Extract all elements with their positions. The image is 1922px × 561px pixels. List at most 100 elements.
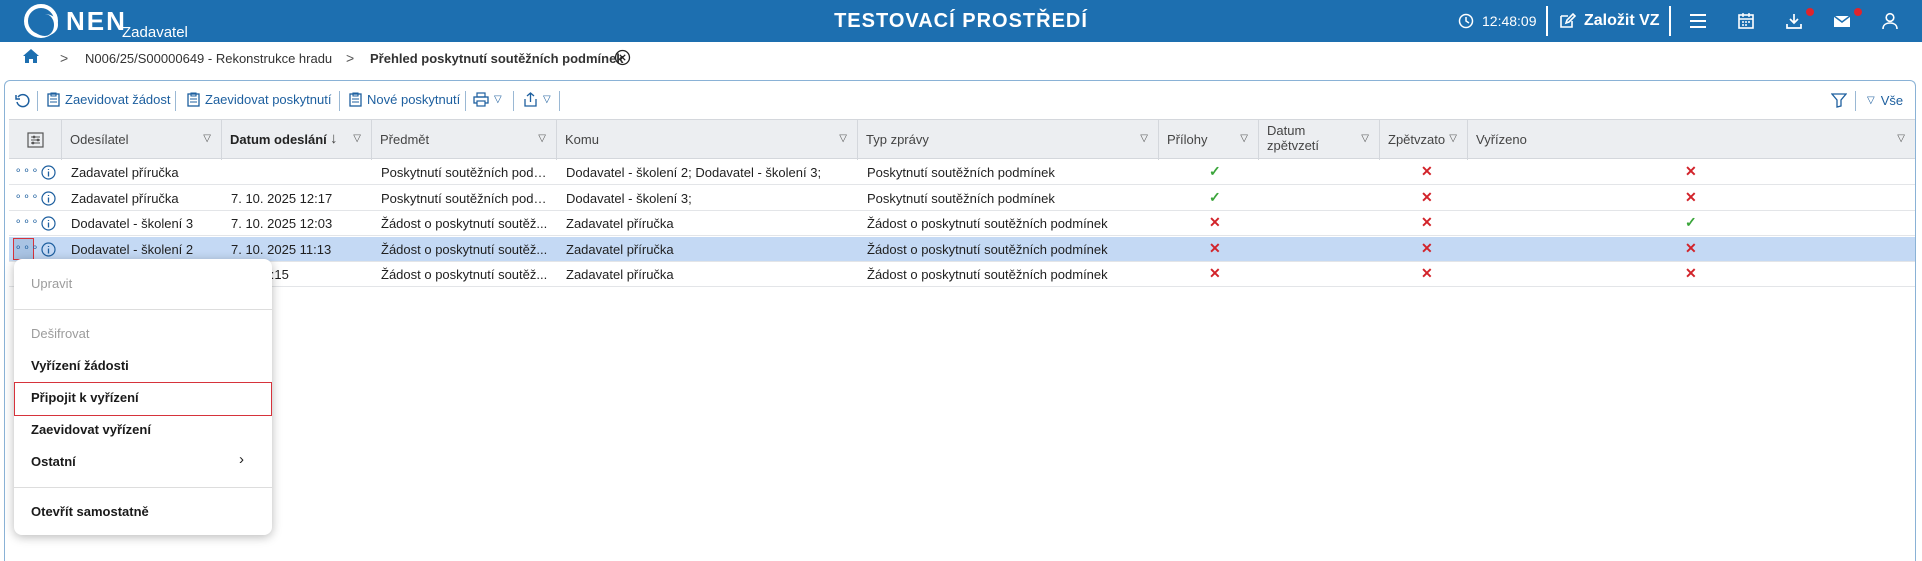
download-notification-badge bbox=[1806, 8, 1814, 16]
menu-item-register-resolution[interactable]: Zaevidovat vyřízení bbox=[31, 422, 151, 437]
column-header-subject[interactable]: Předmět ▽ bbox=[372, 120, 557, 160]
user-icon[interactable] bbox=[1880, 11, 1900, 31]
column-settings-header[interactable] bbox=[9, 120, 62, 160]
column-header-withdrawn[interactable]: Zpětvzato ▽ bbox=[1380, 120, 1468, 160]
column-header-attachments[interactable]: Přílohy ▽ bbox=[1159, 120, 1259, 160]
toolbar-divider bbox=[559, 91, 560, 111]
row-actions-icon[interactable]: ⚬⚬⚬ bbox=[13, 237, 39, 260]
cell-attachments-check-icon: ✓ bbox=[1209, 188, 1221, 205]
export-dropdown-button[interactable]: ▽ bbox=[523, 92, 551, 107]
column-title: Datum zpětvzetí bbox=[1267, 123, 1319, 153]
clock-icon bbox=[1458, 13, 1474, 29]
cell-subject: Žádost o poskytnutí soutěž... bbox=[381, 267, 548, 282]
toolbar-divider bbox=[37, 91, 38, 111]
filter-caret-icon[interactable]: ▽ bbox=[538, 133, 546, 144]
cell-attachments-check-icon: ✓ bbox=[1209, 163, 1221, 179]
cell-type: Žádost o poskytnutí soutěžních podmínek bbox=[867, 267, 1108, 282]
column-title-line2: zpětvzetí bbox=[1267, 138, 1320, 153]
new-provision-button[interactable]: Nové poskytnutí bbox=[349, 92, 460, 107]
share-icon bbox=[524, 92, 537, 107]
info-icon[interactable] bbox=[41, 216, 56, 231]
topbar-divider bbox=[1546, 6, 1548, 36]
nen-logo-icon[interactable] bbox=[24, 4, 58, 38]
cell-date: 7. 10. 2025 11:13 bbox=[231, 241, 332, 257]
filter-icon[interactable] bbox=[1831, 93, 1847, 108]
session-clock: 12:48:09 bbox=[1458, 0, 1537, 42]
topbar-divider bbox=[1669, 6, 1671, 36]
cell-date: 7. 10. 2025 12:17 bbox=[231, 190, 333, 206]
cell-resolved-check-icon: ✓ bbox=[1685, 214, 1697, 230]
menu-item-other[interactable]: Ostatní bbox=[31, 454, 76, 469]
filter-caret-icon[interactable]: ▽ bbox=[1897, 133, 1905, 144]
caret-down-icon: ▽ bbox=[543, 94, 551, 105]
cell-sender: Zadavatel příručka bbox=[71, 190, 179, 206]
toolbar-divider bbox=[513, 91, 514, 111]
row-actions-icon[interactable]: ⚬⚬⚬ bbox=[14, 215, 39, 231]
info-icon[interactable] bbox=[41, 241, 56, 257]
cell-subject: Poskytnutí soutěžních podm... bbox=[381, 190, 551, 206]
column-header-withdrawal-date[interactable]: Datum zpětvzetí ▽ bbox=[1259, 120, 1380, 160]
cell-type: Poskytnutí soutěžních podmínek bbox=[867, 190, 1055, 206]
cell-to: Zadavatel příručka bbox=[566, 267, 674, 282]
column-header-type[interactable]: Typ zprávy ▽ bbox=[858, 120, 1159, 160]
filter-caret-icon[interactable]: ▽ bbox=[839, 133, 847, 144]
logo-subtitle: Zadavatel bbox=[122, 24, 188, 41]
menu-divider bbox=[14, 487, 272, 488]
table-row[interactable]: ⚬⚬⚬ Dodavatel - školení 2 7. 10. 2025 11:1… bbox=[9, 236, 1915, 262]
column-header-date[interactable]: Datum odeslání ↓ ▽ bbox=[222, 120, 372, 160]
breadcrumb-item-zakazka[interactable]: N006/25/S00000649 - Rekonstrukce hradu bbox=[85, 51, 332, 66]
menu-item-edit[interactable]: Upravit bbox=[31, 276, 72, 291]
download-icon[interactable] bbox=[1784, 11, 1804, 31]
chevron-right-icon: > bbox=[346, 50, 355, 66]
cell-type: Poskytnutí soutěžních podmínek bbox=[867, 165, 1055, 180]
table-row[interactable]: ⚬⚬⚬ Dodavatel - školení 3 7. 10. 2025 12:0… bbox=[9, 211, 1915, 236]
row-actions-icon[interactable]: ⚬⚬⚬ bbox=[14, 164, 39, 180]
filter-all-dropdown[interactable]: ▽ Vše bbox=[1867, 93, 1903, 108]
column-title-line1: Datum bbox=[1267, 123, 1306, 138]
print-dropdown-button[interactable]: ▽ bbox=[473, 92, 502, 107]
column-header-to[interactable]: Komu ▽ bbox=[557, 120, 858, 160]
filter-caret-icon[interactable]: ▽ bbox=[353, 133, 361, 144]
register-provision-button[interactable]: Zaevidovat poskytnutí bbox=[187, 92, 331, 107]
filter-caret-icon[interactable]: ▽ bbox=[1240, 133, 1248, 144]
refresh-icon[interactable] bbox=[15, 93, 30, 108]
cell-attachments-cross-icon: ✕ bbox=[1209, 239, 1221, 256]
info-icon[interactable] bbox=[41, 190, 56, 206]
clipboard-icon bbox=[47, 92, 60, 107]
menu-item-request-resolution[interactable]: Vyřízení žádosti bbox=[31, 358, 129, 373]
cell-to: Dodavatel - školení 2; Dodavatel - škole… bbox=[566, 165, 822, 180]
hamburger-menu-icon[interactable] bbox=[1688, 11, 1708, 31]
calendar-icon[interactable] bbox=[1736, 11, 1756, 31]
cell-subject: Žádost o poskytnutí soutěž... bbox=[381, 216, 548, 231]
grid-header: Odesílatel ▽ Datum odeslání ↓ ▽ Předmět ▽ Ko… bbox=[9, 119, 1915, 160]
filter-caret-icon[interactable]: ▽ bbox=[203, 133, 211, 144]
mail-notification-badge bbox=[1854, 8, 1862, 16]
cell-subject: Poskytnutí soutěžních podm... bbox=[381, 165, 551, 180]
cell-to: Dodavatel - školení 3; bbox=[566, 190, 692, 206]
menu-item-decrypt[interactable]: Dešifrovat bbox=[31, 326, 90, 341]
cell-withdrawn-cross-icon: ✕ bbox=[1421, 239, 1433, 256]
caret-down-icon: ▽ bbox=[494, 94, 502, 105]
info-icon[interactable] bbox=[41, 165, 56, 180]
close-circle-icon[interactable] bbox=[614, 49, 631, 66]
create-vz-button[interactable]: Založit VZ bbox=[1558, 0, 1660, 42]
filter-caret-icon[interactable]: ▽ bbox=[1361, 133, 1369, 144]
clipboard-icon bbox=[187, 92, 200, 107]
column-header-sender[interactable]: Odesílatel ▽ bbox=[62, 120, 222, 160]
filter-caret-icon[interactable]: ▽ bbox=[1140, 133, 1148, 144]
table-row[interactable]: ⚬⚬⚬ Zadavatel příručka Poskytnutí soutěžní… bbox=[9, 160, 1915, 185]
column-header-resolved[interactable]: Vyřízeno ▽ bbox=[1468, 120, 1915, 160]
filter-all-label: Vše bbox=[1880, 93, 1904, 108]
table-row[interactable]: ⚬⚬⚬ Zadavatel příručka 7. 10. 2025 12:17 Po… bbox=[9, 186, 1915, 211]
row-actions-icon[interactable]: ⚬⚬⚬ bbox=[14, 190, 39, 206]
home-icon[interactable] bbox=[22, 48, 40, 64]
mail-icon[interactable] bbox=[1832, 11, 1852, 31]
register-request-label: Zaevidovat žádost bbox=[65, 92, 171, 107]
table-row[interactable]: 2025 7:15Žádost o poskytnutí soutěž...Za… bbox=[9, 262, 1915, 287]
filter-caret-icon[interactable]: ▽ bbox=[1449, 133, 1457, 144]
menu-item-open-standalone[interactable]: Otevřít samostatně bbox=[31, 504, 149, 519]
cell-subject: Žádost o poskytnutí soutěž... bbox=[381, 241, 548, 257]
toolbar-divider bbox=[339, 91, 340, 111]
menu-item-attach-to-resolution[interactable]: Připojit k vyřízení bbox=[31, 390, 139, 405]
register-request-button[interactable]: Zaevidovat žádost bbox=[47, 92, 171, 107]
